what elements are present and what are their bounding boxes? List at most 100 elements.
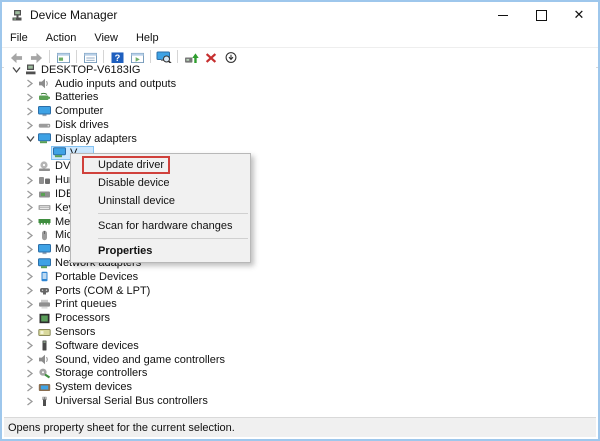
expand-chevron-icon[interactable]	[25, 162, 35, 171]
close-button[interactable]: ✕	[560, 2, 598, 28]
expand-chevron-icon[interactable]	[25, 300, 35, 309]
title-bar: Device Manager ✕	[2, 2, 598, 28]
printer-icon	[38, 299, 51, 310]
context-menu-item-disable-device[interactable]: Disable device	[71, 174, 250, 192]
network-adapter-icon	[38, 258, 51, 269]
monitor-icon	[38, 106, 51, 117]
expand-chevron-icon[interactable]	[25, 176, 35, 185]
collapse-chevron-icon[interactable]	[25, 135, 35, 143]
tree-item-label: Ports (COM & LPT)	[55, 285, 150, 297]
expand-chevron-icon[interactable]	[25, 107, 35, 116]
context-menu: Update driverDisable deviceUninstall dev…	[70, 153, 251, 263]
tree-item-print-queues[interactable]: Print queues	[4, 298, 596, 312]
expand-chevron-icon[interactable]	[25, 355, 35, 364]
processor-icon	[38, 313, 51, 324]
collapse-chevron-icon[interactable]	[11, 66, 21, 74]
expand-chevron-icon[interactable]	[25, 397, 35, 406]
context-menu-item-properties[interactable]: Properties	[71, 242, 250, 260]
maximize-button[interactable]	[522, 2, 560, 28]
monitor-icon	[38, 244, 51, 255]
menu-help[interactable]: Help	[136, 32, 159, 44]
tree-item-label: Sensors	[55, 326, 95, 338]
tree-item-label: Storage controllers	[55, 367, 147, 379]
close-icon: ✕	[574, 7, 585, 23]
mouse-icon	[38, 230, 51, 241]
window-controls: ✕	[484, 2, 598, 28]
minimize-button[interactable]	[484, 2, 522, 28]
dvd-drive-icon	[38, 161, 51, 172]
audio-icon	[38, 354, 51, 365]
tree-item-label: System devices	[55, 381, 132, 393]
expand-chevron-icon[interactable]	[25, 190, 35, 199]
storage-controller-icon	[38, 368, 51, 379]
expand-chevron-icon[interactable]	[25, 383, 35, 392]
expand-chevron-icon[interactable]	[25, 341, 35, 350]
red-highlight-box	[82, 156, 170, 174]
tree-item-portable-devices[interactable]: Portable Devices	[4, 270, 596, 284]
ide-controller-icon	[38, 189, 51, 200]
expand-chevron-icon[interactable]	[25, 203, 35, 212]
device-manager-window: Device Manager ✕ File Action View Help ? DE…	[0, 0, 600, 441]
expand-chevron-icon[interactable]	[25, 314, 35, 323]
expand-chevron-icon[interactable]	[25, 369, 35, 378]
hid-icon	[38, 175, 51, 186]
context-menu-item-update-driver[interactable]: Update driver	[71, 156, 250, 174]
tree-item-label: Batteries	[55, 91, 98, 103]
tree-item-sensors[interactable]: Sensors	[4, 325, 596, 339]
expand-chevron-icon[interactable]	[25, 286, 35, 295]
expand-chevron-icon[interactable]	[25, 272, 35, 281]
computer-root-icon	[24, 64, 37, 75]
expand-chevron-icon[interactable]	[25, 93, 35, 102]
tree-item-label: Audio inputs and outputs	[55, 78, 176, 90]
display-adapter-icon	[53, 147, 66, 158]
tree-item-label: Disk drives	[55, 119, 109, 131]
tree-item-label: Sound, video and game controllers	[55, 354, 225, 366]
device-manager-app-icon	[10, 9, 24, 22]
expand-chevron-icon[interactable]	[25, 259, 35, 268]
tree-item-software-devices[interactable]: Software devices	[4, 339, 596, 353]
status-bar: Opens property sheet for the current sel…	[4, 417, 596, 437]
tree-item-label: DESKTOP-V6183IG	[41, 64, 140, 76]
audio-icon	[38, 78, 51, 89]
tree-item-desktop-v6183ig[interactable]: DESKTOP-V6183IG	[4, 63, 596, 77]
tree-item-batteries[interactable]: Batteries	[4, 91, 596, 105]
tree-item-storage-controllers[interactable]: Storage controllers	[4, 367, 596, 381]
tree-item-label: Processors	[55, 312, 110, 324]
tree-item-label: Display adapters	[55, 133, 137, 145]
memory-icon	[38, 216, 51, 227]
tree-item-label: Computer	[55, 105, 103, 117]
expand-chevron-icon[interactable]	[25, 79, 35, 88]
svg-text:?: ?	[114, 53, 120, 63]
tree-item-sound-video-and-game-controllers[interactable]: Sound, video and game controllers	[4, 353, 596, 367]
tree-item-system-devices[interactable]: System devices	[4, 380, 596, 394]
software-device-icon	[38, 340, 51, 351]
tree-item-universal-serial-bus-controllers[interactable]: Universal Serial Bus controllers	[4, 394, 596, 408]
expand-chevron-icon[interactable]	[25, 217, 35, 226]
context-menu-item-uninstall-device[interactable]: Uninstall device	[71, 192, 250, 210]
menu-file[interactable]: File	[10, 32, 28, 44]
expand-chevron-icon[interactable]	[25, 328, 35, 337]
tree-item-computer[interactable]: Computer	[4, 104, 596, 118]
tree-item-display-adapters[interactable]: Display adapters	[4, 132, 596, 146]
keyboard-icon	[38, 202, 51, 213]
menu-view[interactable]: View	[94, 32, 118, 44]
portable-device-icon	[38, 271, 51, 282]
battery-icon	[38, 92, 51, 103]
tree-item-disk-drives[interactable]: Disk drives	[4, 118, 596, 132]
expand-chevron-icon[interactable]	[25, 231, 35, 240]
tree-item-label: Print queues	[55, 298, 117, 310]
context-menu-item-scan-for-hardware-changes[interactable]: Scan for hardware changes	[71, 217, 250, 235]
context-menu-separator	[98, 238, 248, 239]
port-icon	[38, 285, 51, 296]
tree-item-processors[interactable]: Processors	[4, 311, 596, 325]
expand-chevron-icon[interactable]	[25, 121, 35, 130]
context-menu-separator	[98, 213, 248, 214]
tree-item-label: Universal Serial Bus controllers	[55, 395, 208, 407]
tree-item-ports-com-lpt[interactable]: Ports (COM & LPT)	[4, 284, 596, 298]
tree-item-audio-inputs-and-outputs[interactable]: Audio inputs and outputs	[4, 77, 596, 91]
menu-action[interactable]: Action	[46, 32, 77, 44]
display-adapter-icon	[38, 133, 51, 144]
expand-chevron-icon[interactable]	[25, 245, 35, 254]
usb-icon	[38, 396, 51, 407]
tree-item-label: Software devices	[55, 340, 139, 352]
